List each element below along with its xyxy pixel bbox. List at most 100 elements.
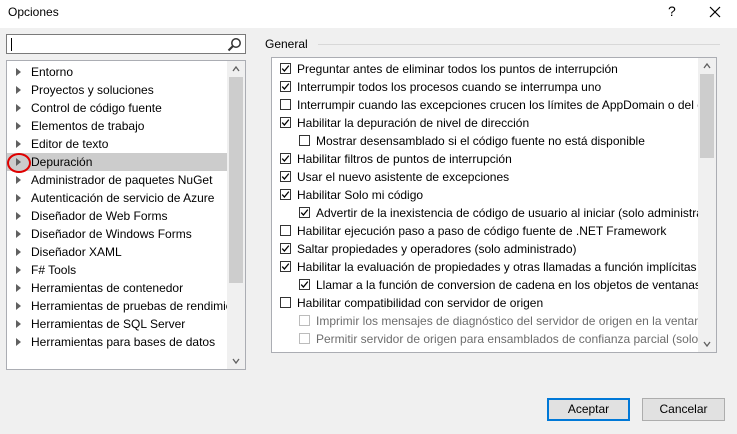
group-label-general: General xyxy=(265,37,308,51)
tree-item-label: Diseñador de Windows Forms xyxy=(31,227,192,241)
tree-item[interactable]: Diseñador de Windows Forms xyxy=(7,225,229,243)
checkbox-checked[interactable] xyxy=(280,243,291,254)
tree-item-label: Diseñador XAML xyxy=(31,245,122,259)
expand-arrow-icon[interactable] xyxy=(16,302,21,310)
tree-item-label: Control de código fuente xyxy=(31,101,162,115)
expand-arrow-icon[interactable] xyxy=(16,140,21,148)
scroll-down-icon[interactable] xyxy=(232,357,240,365)
group-divider xyxy=(318,44,720,45)
tree-item-label: F# Tools xyxy=(31,263,77,277)
expand-arrow-icon[interactable] xyxy=(16,284,21,292)
tree-item[interactable]: Elementos de trabajo xyxy=(7,117,229,135)
option-label: Habilitar Solo mi código xyxy=(297,188,424,202)
tree-item[interactable]: Administrador de paquetes NuGet xyxy=(7,171,229,189)
tree-scroll-thumb[interactable] xyxy=(229,77,243,283)
checkbox-checked[interactable] xyxy=(280,171,291,182)
window-title: Opciones xyxy=(8,5,59,19)
option-label: Mostrar desensamblado si el código fuent… xyxy=(316,134,645,148)
tree-item-label: Proyectos y soluciones xyxy=(31,83,154,97)
checkbox-unchecked xyxy=(299,315,310,326)
accept-button[interactable]: Aceptar xyxy=(547,398,630,421)
expand-arrow-icon[interactable] xyxy=(16,194,21,202)
tree-item[interactable]: Autenticación de servicio de Azure xyxy=(7,189,229,207)
tree-item-label: Herramientas de contenedor xyxy=(31,281,184,295)
tree-item[interactable]: Diseñador XAML xyxy=(7,243,229,261)
option-label: Llamar a la función de conversion de cad… xyxy=(316,278,716,292)
close-icon[interactable] xyxy=(708,5,722,19)
expand-arrow-icon[interactable] xyxy=(16,320,21,328)
tree-item[interactable]: Herramientas para bases de datos xyxy=(7,333,229,351)
option-label: Habilitar compatibilidad con servidor de… xyxy=(297,296,544,310)
checkbox-checked[interactable] xyxy=(299,207,310,218)
tree-item-label: Administrador de paquetes NuGet xyxy=(31,173,213,187)
tree-item-label: Herramientas de pruebas de rendimiento xyxy=(31,299,229,313)
checkbox-unchecked[interactable] xyxy=(280,225,291,236)
text-caret xyxy=(11,38,12,51)
scroll-down-icon[interactable] xyxy=(703,340,711,348)
option-label: Interrumpir cuando las excepciones cruce… xyxy=(297,98,716,112)
option-label: Saltar propiedades y operadores (solo ad… xyxy=(297,242,577,256)
tree-scrollbar[interactable] xyxy=(227,61,245,369)
checkbox-checked[interactable] xyxy=(280,63,291,74)
tree-item-label: Autenticación de servicio de Azure xyxy=(31,191,215,205)
checkbox-checked[interactable] xyxy=(280,261,291,272)
checkbox-unchecked[interactable] xyxy=(280,297,291,308)
checkbox-unchecked[interactable] xyxy=(299,135,310,146)
options-scrollbar[interactable] xyxy=(698,58,716,352)
option-label: Preguntar antes de eliminar todos los pu… xyxy=(297,62,618,76)
checkbox-checked[interactable] xyxy=(280,189,291,200)
checkbox-unchecked xyxy=(299,333,310,344)
scroll-up-icon[interactable] xyxy=(232,65,240,73)
expand-arrow-icon[interactable] xyxy=(16,122,21,130)
tree-item[interactable]: Control de código fuente xyxy=(7,99,229,117)
tree-item-label: Elementos de trabajo xyxy=(31,119,145,133)
option-label: Advertir de la inexistencia de código de… xyxy=(316,206,717,220)
tree-item[interactable]: Editor de texto xyxy=(7,135,229,153)
tree-item[interactable]: Diseñador de Web Forms xyxy=(7,207,229,225)
tree-item[interactable]: Herramientas de SQL Server xyxy=(7,315,229,333)
tree-item[interactable]: Entorno xyxy=(7,63,229,81)
option-label: Imprimir los mensajes de diagnóstico del… xyxy=(316,314,717,328)
option-label: Habilitar ejecución paso a paso de códig… xyxy=(297,224,667,238)
tree-item[interactable]: Proyectos y soluciones xyxy=(7,81,229,99)
checkbox-unchecked[interactable] xyxy=(280,99,291,110)
tree-item[interactable]: Herramientas de pruebas de rendimiento xyxy=(7,297,229,315)
checkbox-checked[interactable] xyxy=(280,117,291,128)
search-box[interactable] xyxy=(6,34,246,54)
checkbox-checked[interactable] xyxy=(280,81,291,92)
scroll-up-icon[interactable] xyxy=(703,62,711,70)
annotation-circle xyxy=(7,153,31,173)
option-label: Interrumpir todos los procesos cuando se… xyxy=(297,80,602,94)
search-icon[interactable] xyxy=(227,37,242,52)
option-label: Usar el nuevo asistente de excepciones xyxy=(297,170,510,184)
checkbox-checked[interactable] xyxy=(299,279,310,290)
tree-item[interactable]: F# Tools xyxy=(7,261,229,279)
title-bar: Opciones ? xyxy=(0,0,737,28)
expand-arrow-icon[interactable] xyxy=(16,230,21,238)
expand-arrow-icon[interactable] xyxy=(16,266,21,274)
help-button[interactable]: ? xyxy=(668,3,676,19)
tree-item-label: Herramientas de SQL Server xyxy=(31,317,186,331)
tree-item-label: Entorno xyxy=(31,65,74,79)
expand-arrow-icon[interactable] xyxy=(16,176,21,184)
expand-arrow-icon[interactable] xyxy=(16,338,21,346)
expand-arrow-icon[interactable] xyxy=(16,212,21,220)
option-label: Habilitar la depuración de nivel de dire… xyxy=(297,116,530,130)
expand-arrow-icon[interactable] xyxy=(16,104,21,112)
option-label: Habilitar la evaluación de propiedades y… xyxy=(297,260,697,274)
tree-item-label: Diseñador de Web Forms xyxy=(31,209,168,223)
tree-item-label: Editor de texto xyxy=(31,137,109,151)
options-list[interactable]: Preguntar antes de eliminar todos los pu… xyxy=(271,57,717,353)
option-label: Habilitar filtros de puntos de interrupc… xyxy=(297,152,512,166)
cancel-button[interactable]: Cancelar xyxy=(642,398,725,421)
tree-item-label: Depuración xyxy=(31,155,93,169)
checkbox-checked[interactable] xyxy=(280,153,291,164)
options-scroll-thumb[interactable] xyxy=(700,74,714,158)
option-label: Permitir servidor de origen para ensambl… xyxy=(316,332,716,346)
category-tree[interactable]: Entorno Proyectos y soluciones Control de … xyxy=(6,60,246,370)
tree-item[interactable]: Depuración xyxy=(7,153,229,171)
tree-item[interactable]: Herramientas de contenedor xyxy=(7,279,229,297)
expand-arrow-icon[interactable] xyxy=(16,86,21,94)
expand-arrow-icon[interactable] xyxy=(16,248,21,256)
expand-arrow-icon[interactable] xyxy=(16,68,21,76)
